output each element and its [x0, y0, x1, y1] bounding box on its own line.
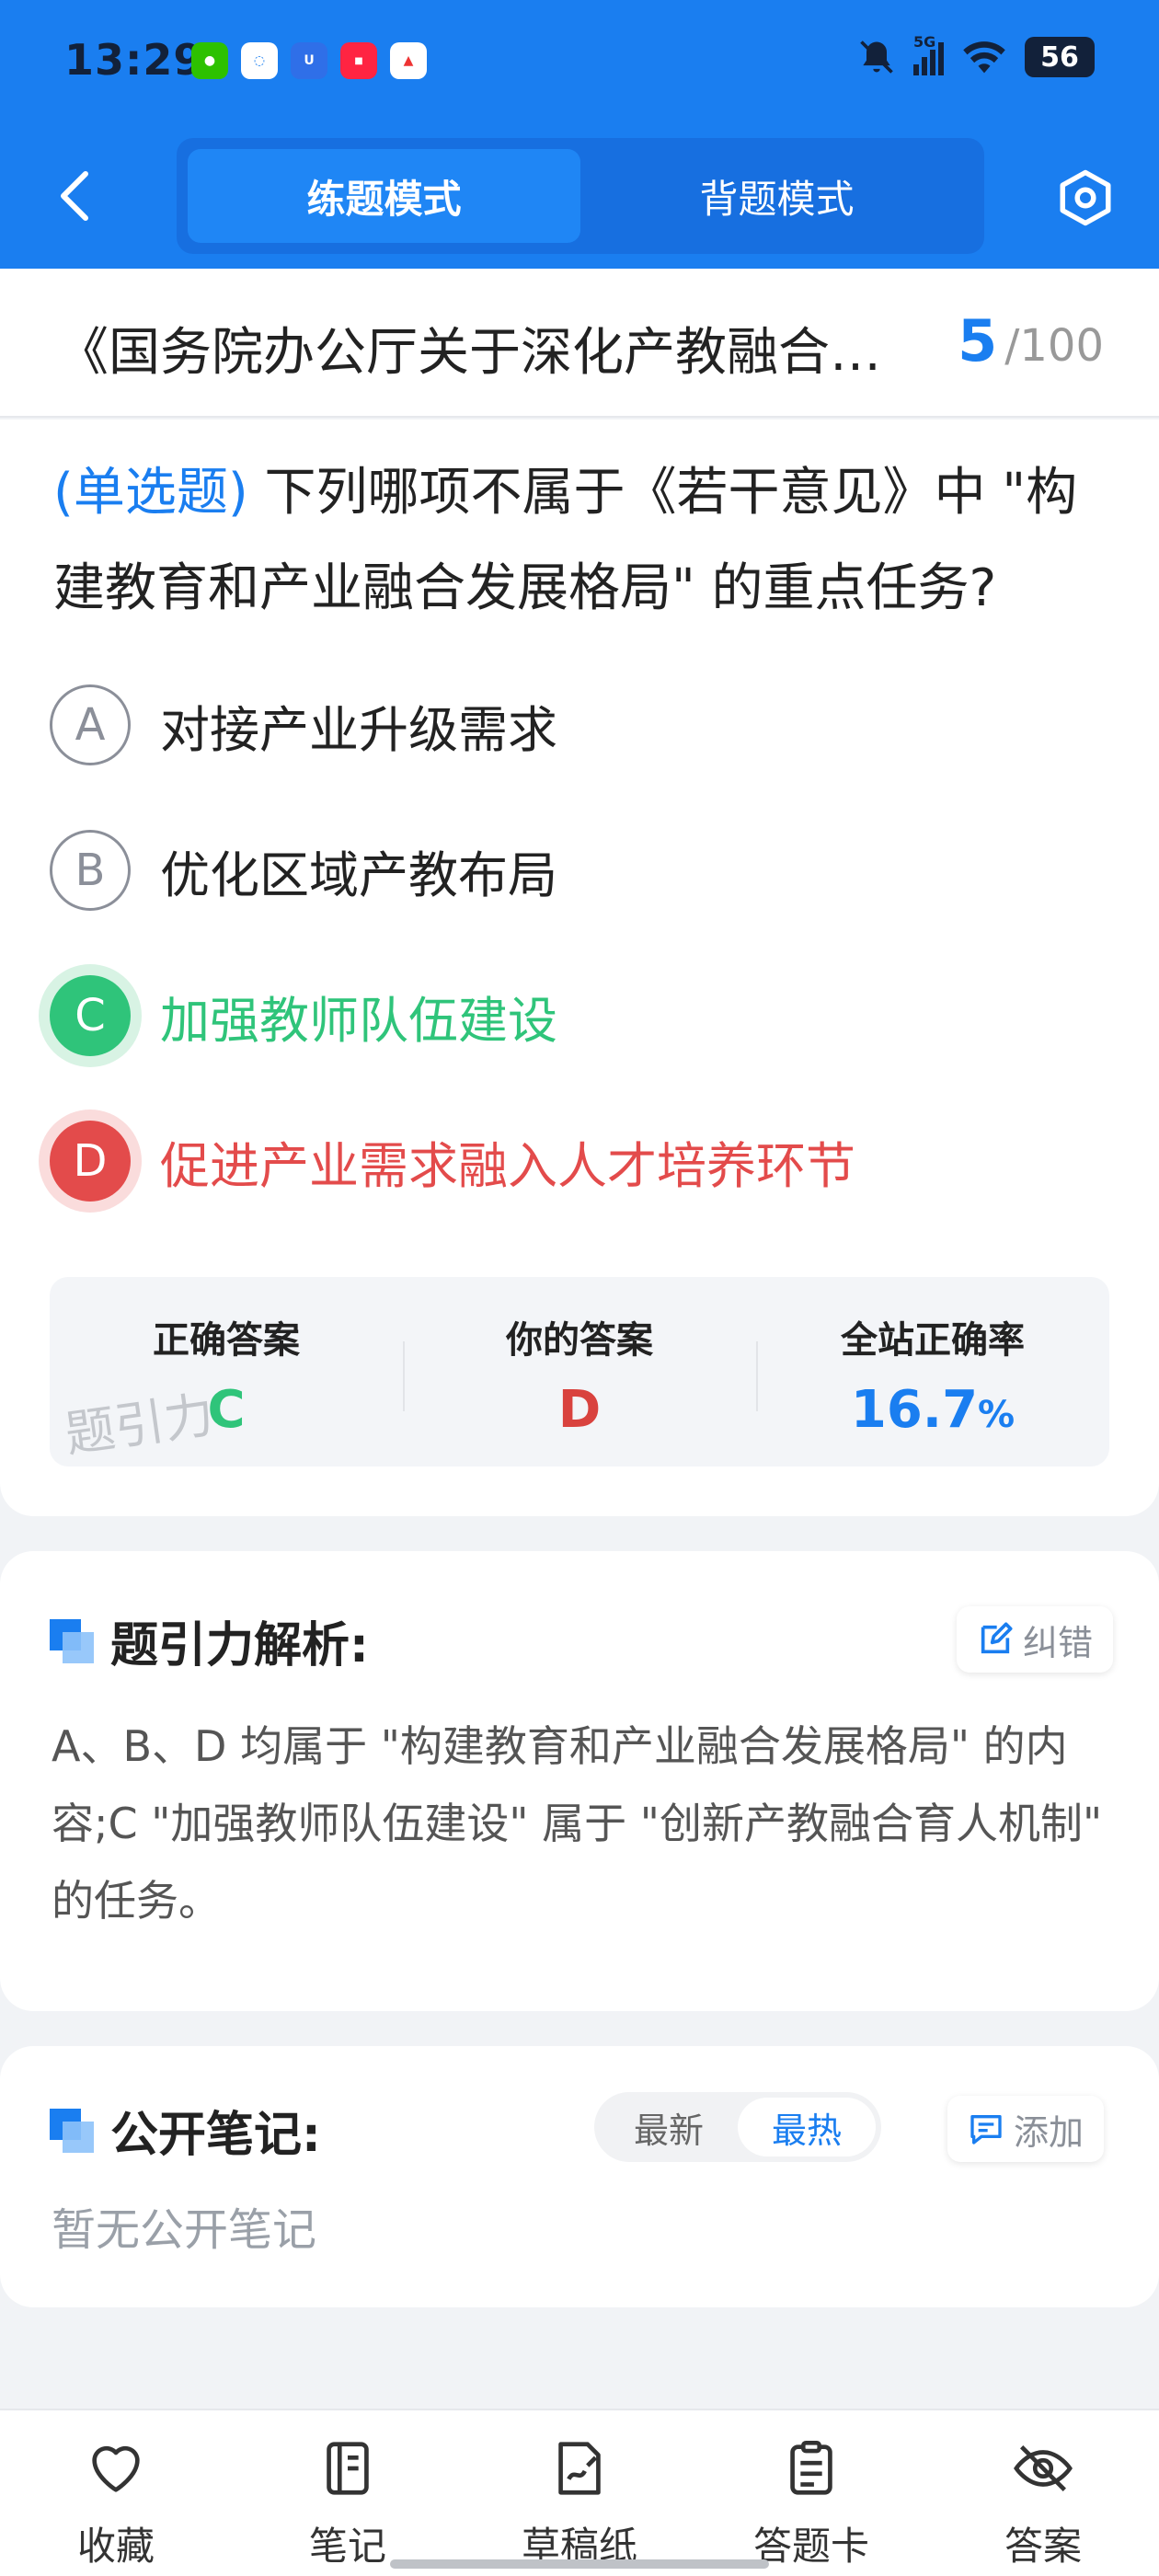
wechat-icon: ● — [191, 42, 228, 79]
add-note-label: 添加 — [1014, 2111, 1084, 2153]
wifi-icon — [963, 41, 1005, 74]
option-b[interactable]: B 优化区域产教布局 — [50, 824, 1107, 916]
notes-button[interactable]: 笔记 — [232, 2410, 464, 2576]
app-a-icon: ▲ — [390, 42, 427, 79]
eye-off-icon — [1014, 2445, 1073, 2491]
add-note-button[interactable]: 添加 — [947, 2096, 1105, 2162]
comment-add-icon — [970, 2115, 1002, 2145]
section-square-icon — [50, 1618, 94, 1663]
total-questions: /100 — [1004, 320, 1104, 372]
show-answer-label: 答案 — [1004, 2524, 1082, 2569]
network-type: 5G — [913, 33, 936, 51]
notebook-icon — [327, 2442, 369, 2495]
empty-notes-text: 暂无公开笔记 — [52, 2204, 317, 2256]
option-text: 促进产业需求融入人才培养环节 — [160, 1136, 855, 1195]
notes-title: 公开笔记: — [110, 2108, 321, 2163]
option-text: 加强教师队伍建设 — [160, 991, 557, 1050]
heart-icon — [92, 2445, 140, 2492]
section-square-icon — [50, 2108, 94, 2153]
analysis-header: 题引力解析: — [50, 1606, 369, 1675]
option-letter: C — [50, 975, 131, 1056]
favorite-label: 收藏 — [76, 2524, 155, 2569]
option-text: 优化区域产教布局 — [160, 845, 557, 904]
battery-indicator: 56 — [1025, 37, 1095, 77]
hexagon-settings-icon — [1060, 169, 1111, 226]
option-d[interactable]: D 促进产业需求融入人才培养环节 — [50, 1115, 1107, 1207]
option-text: 对接产业升级需求 — [160, 700, 557, 759]
analysis-title: 题引力解析: — [110, 1618, 369, 1673]
option-letter: D — [50, 1121, 131, 1202]
settings-button[interactable] — [1053, 166, 1118, 230]
status-bar: 13:29 ● ◌ U ■ ▲ 5G 56 — [0, 0, 1159, 129]
question-type-tag: (单选题) — [53, 463, 248, 523]
tab-practice-mode[interactable]: 练题模式 — [188, 149, 580, 243]
accuracy-column: 全站正确率 16.7% — [756, 1277, 1109, 1466]
analysis-card: 题引力解析: 纠错 A、B、D 均属于 "构建教育和产业融合发展格局" 的内容;… — [0, 1551, 1159, 2011]
question-text: (单选题) 下列哪项不属于《若干意见》中 "构建教育和产业融合发展格局" 的重点… — [53, 445, 1111, 637]
notes-header: 公开笔记: — [50, 2096, 321, 2165]
answer-card-icon — [790, 2440, 832, 2495]
option-c[interactable]: C 加强教师队伍建设 — [50, 970, 1107, 1062]
draft-button[interactable]: 草稿纸 — [464, 2410, 695, 2576]
option-a[interactable]: A 对接产业升级需求 — [50, 679, 1107, 771]
option-letter: B — [50, 830, 131, 911]
status-time: 13:29 — [64, 35, 204, 85]
question-card: (单选题) 下列哪项不属于《若干意见》中 "构建教育和产业融合发展格局" 的重点… — [0, 420, 1159, 1516]
question-counter[interactable]: 5/100 — [958, 307, 1104, 374]
notes-label: 笔记 — [308, 2524, 386, 2569]
sort-latest[interactable]: 最新 — [600, 2098, 738, 2156]
current-question-number: 5 — [958, 307, 998, 374]
option-letter: A — [50, 684, 131, 765]
your-answer-column: 你的答案 D — [403, 1277, 756, 1466]
tab-memorize-mode[interactable]: 背题模式 — [580, 149, 973, 243]
answer-card-label: 答题卡 — [752, 2524, 869, 2569]
favorite-button[interactable]: 收藏 — [0, 2410, 232, 2576]
app-u-icon: U — [291, 42, 327, 79]
sort-hottest[interactable]: 最热 — [738, 2098, 876, 2156]
show-answer-button[interactable]: 答案 — [927, 2410, 1159, 2576]
message-icon: ◌ — [241, 42, 278, 79]
answer-summary: 正确答案 C 题引力 你的答案 D 全站正确率 16.7% — [50, 1277, 1109, 1466]
bottom-toolbar: 收藏 笔记 草稿纸 答题卡 答案 — [0, 2409, 1159, 2576]
home-indicator[interactable] — [390, 2559, 769, 2569]
accuracy-unit: % — [978, 1394, 1016, 1436]
correct-answer-label: 正确答案 — [153, 1319, 300, 1362]
draft-icon — [558, 2442, 601, 2495]
your-answer-label: 你的答案 — [506, 1319, 653, 1362]
mute-bell-icon — [860, 40, 893, 74]
correct-answer-column: 正确答案 C 题引力 — [50, 1277, 403, 1466]
report-error-button[interactable]: 纠错 — [957, 1606, 1114, 1673]
back-button[interactable] — [52, 164, 98, 228]
notes-card: 公开笔记: 最新 最热 添加 暂无公开笔记 — [0, 2046, 1159, 2307]
mode-switch: 练题模式 背题模式 — [177, 138, 984, 254]
analysis-text: A、B、D 均属于 "构建教育和产业融合发展格局" 的内容;C "加强教师队伍建… — [52, 1721, 1103, 1926]
red-note-icon: ■ — [340, 42, 377, 79]
top-header: 13:29 ● ◌ U ■ ▲ 5G 56 练题模式 背题模式 — [0, 0, 1159, 269]
edit-icon — [981, 1622, 1013, 1654]
signal-icon: 5G — [913, 33, 944, 75]
chevron-left-icon — [61, 171, 88, 221]
document-title: 《国务院办公厅关于深化产教融合若干意见》 — [57, 323, 903, 383]
your-answer-value: D — [557, 1380, 602, 1440]
report-error-label: 纠错 — [1023, 1622, 1094, 1663]
status-right: 5G 56 — [856, 33, 1095, 77]
accuracy-number: 16.7 — [850, 1380, 979, 1440]
accuracy-value: 16.7% — [756, 1380, 1109, 1440]
title-row: 《国务院办公厅关于深化产教融合若干意见》 5/100 — [0, 269, 1159, 418]
accuracy-label: 全站正确率 — [841, 1319, 1025, 1362]
answer-card-button[interactable]: 答题卡 — [695, 2410, 927, 2576]
notification-icons: ● ◌ U ■ ▲ — [191, 42, 427, 79]
notes-sort-switch: 最新 最热 — [594, 2092, 881, 2162]
